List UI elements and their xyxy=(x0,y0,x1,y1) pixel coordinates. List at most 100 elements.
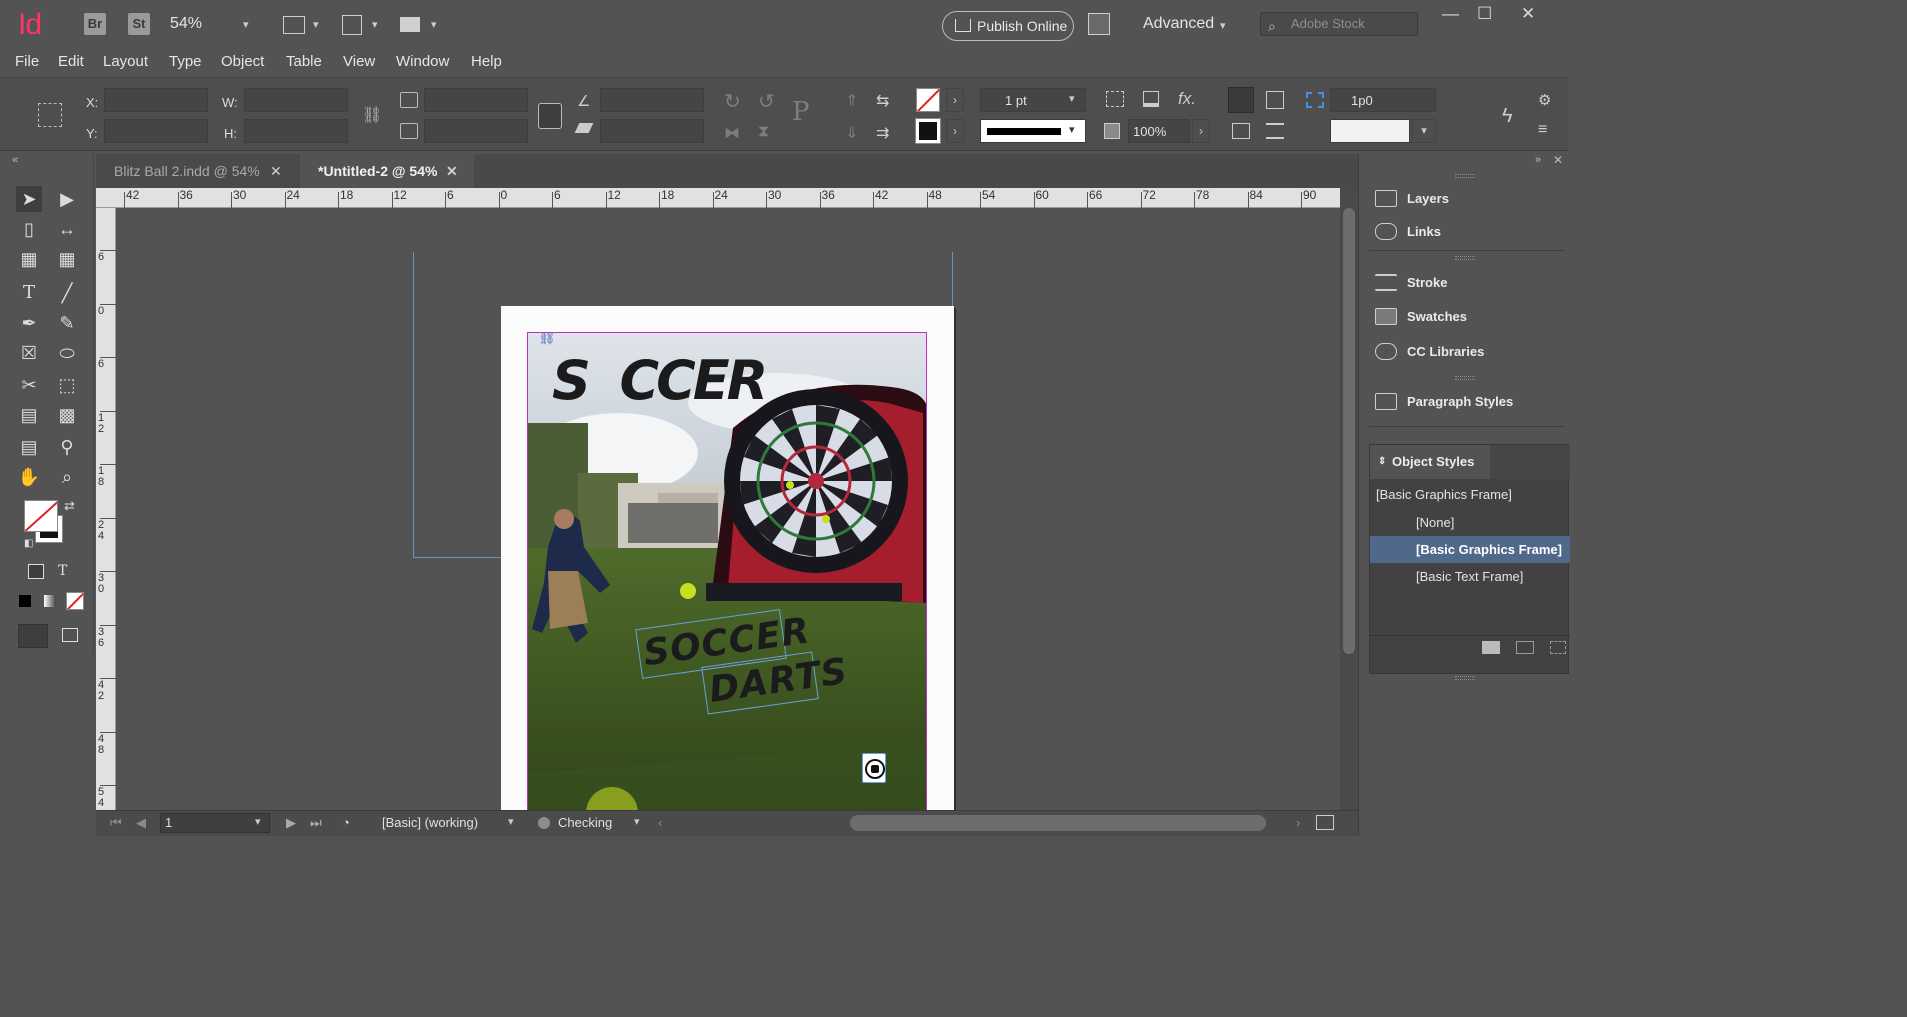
object-style-basic-graphics-frame[interactable]: [Basic Graphics Frame] xyxy=(1370,536,1570,563)
opacity-field[interactable]: 100% xyxy=(1128,119,1190,143)
fill-color-box[interactable] xyxy=(24,500,58,532)
frame-fitting-icon[interactable] xyxy=(1106,91,1124,107)
stroke-type-field[interactable]: ▾ xyxy=(980,119,1086,143)
document-page[interactable]: S CCER SOCCER DARTS ⛓ xyxy=(501,306,954,810)
scissors-tool-icon[interactable]: ✂ xyxy=(16,372,42,398)
chevron-down-icon[interactable]: ▾ xyxy=(508,815,514,828)
gear-icon[interactable]: ⚙ xyxy=(1538,91,1551,109)
arrange-documents-icon[interactable] xyxy=(400,17,420,32)
panel-cc-libraries[interactable]: CC Libraries xyxy=(1371,338,1567,366)
x-field[interactable] xyxy=(104,88,208,112)
apply-color-icon[interactable] xyxy=(19,595,31,607)
scale-x-field[interactable] xyxy=(424,88,528,112)
menu-edit[interactable]: Edit xyxy=(58,53,84,70)
panel-grip[interactable] xyxy=(1455,174,1475,178)
menu-view[interactable]: View xyxy=(343,53,375,70)
reference-point-icon[interactable] xyxy=(38,103,62,127)
chevron-down-icon[interactable]: ▾ xyxy=(372,18,378,31)
minimize-icon[interactable]: — xyxy=(1442,4,1459,24)
text-wrap-bbox-icon[interactable] xyxy=(1266,91,1284,109)
chevron-down-icon[interactable]: ▾ xyxy=(431,18,437,31)
fill-swatch[interactable] xyxy=(916,88,940,112)
drop-shadow-icon[interactable] xyxy=(1143,91,1159,107)
open-page-icon[interactable]: ◔ xyxy=(342,815,350,830)
soccer-darts-photo-frame[interactable]: S CCER SOCCER DARTS ⛓ xyxy=(527,332,927,810)
pasteboard[interactable]: S CCER SOCCER DARTS ⛓ xyxy=(117,208,1340,810)
swap-fill-stroke-icon[interactable]: ⇄ xyxy=(64,498,75,514)
object-style-field[interactable] xyxy=(1330,119,1410,143)
stock-button[interactable]: St xyxy=(128,13,150,35)
panel-layers[interactable]: Layers xyxy=(1371,185,1567,213)
horizontal-scroll-thumb[interactable] xyxy=(850,815,1266,831)
chevron-down-icon[interactable]: ▾ xyxy=(1220,19,1226,32)
scroll-right-icon[interactable]: › xyxy=(1296,815,1300,830)
master-style-label[interactable]: [Basic] (working) xyxy=(382,815,478,830)
tab-blitz-ball[interactable]: Blitz Ball 2.indd @ 54% ✕ xyxy=(96,154,296,188)
vertical-ruler[interactable]: 6 0 6 1 2 1 8 2 4 3 0 3 6 4 2 4 8 5 4 xyxy=(96,208,116,810)
constrain-proportions-icon[interactable]: ⛓ xyxy=(362,105,382,125)
panel-grip[interactable] xyxy=(1455,676,1475,680)
menu-file[interactable]: File xyxy=(15,53,39,70)
close-tab-icon[interactable]: ✕ xyxy=(446,154,458,188)
apply-gradient-icon[interactable] xyxy=(44,595,56,607)
bridge-button[interactable]: Br xyxy=(84,13,106,35)
panel-paragraph-styles[interactable]: Paragraph Styles xyxy=(1371,388,1567,416)
select-content-icon[interactable]: ⇓ xyxy=(845,123,858,143)
normal-view-icon[interactable] xyxy=(18,624,48,648)
note-tool-icon[interactable]: ▤ xyxy=(16,434,42,460)
new-style-group-icon[interactable] xyxy=(1482,641,1500,654)
direct-selection-tool-icon[interactable]: ▶ xyxy=(54,186,80,212)
new-style-icon[interactable] xyxy=(1550,641,1566,654)
flip-vertical-icon[interactable]: ⧗ xyxy=(758,123,769,141)
adobe-stock-search[interactable]: ⌕ Adobe Stock xyxy=(1260,12,1418,36)
object-style-basic-text-frame[interactable]: [Basic Text Frame] xyxy=(1370,563,1570,590)
panel-swatches[interactable]: Swatches xyxy=(1371,303,1567,331)
view-options-icon[interactable] xyxy=(283,16,305,34)
panel-grip[interactable] xyxy=(1455,256,1475,260)
chevron-down-icon[interactable]: ▾ xyxy=(634,815,640,828)
gradient-swatch-tool-icon[interactable]: ▤ xyxy=(16,402,42,428)
default-fill-stroke-icon[interactable]: ◧ xyxy=(24,538,33,549)
hand-tool-icon[interactable]: ✋ xyxy=(16,464,42,490)
workspace-switcher[interactable]: Advanced xyxy=(1143,15,1214,33)
maximize-icon[interactable]: ☐ xyxy=(1477,4,1492,24)
scroll-left-icon[interactable]: ‹ xyxy=(658,815,662,830)
scale-y-field[interactable] xyxy=(424,119,528,143)
zoom-tool-icon[interactable]: ⌕ xyxy=(54,464,80,490)
menu-window[interactable]: Window xyxy=(396,53,449,70)
collapse-panel-icon[interactable]: « xyxy=(12,154,18,166)
gap-field[interactable]: 1p0 xyxy=(1330,88,1436,112)
menu-help[interactable]: Help xyxy=(471,53,502,70)
line-tool-icon[interactable]: ╱ xyxy=(54,280,80,306)
height-field[interactable] xyxy=(244,119,348,143)
auto-fit-icon[interactable] xyxy=(1306,92,1324,108)
rotate-ccw-icon[interactable]: ↺ xyxy=(758,89,775,114)
share-for-review-icon[interactable] xyxy=(1088,13,1110,35)
link-icon[interactable]: ⛓ xyxy=(538,333,556,346)
close-icon[interactable]: ✕ xyxy=(1521,4,1535,24)
menu-object[interactable]: Object xyxy=(221,53,264,70)
select-previous-icon[interactable]: ⇆ xyxy=(876,91,889,111)
text-wrap-jump-icon[interactable] xyxy=(1266,123,1284,139)
formatting-container-icon[interactable] xyxy=(28,564,44,579)
text-wrap-none-icon[interactable] xyxy=(1228,87,1254,113)
selection-tool-icon[interactable]: ➤ xyxy=(16,186,42,212)
last-page-icon[interactable]: ⏭ xyxy=(310,815,322,831)
pencil-tool-icon[interactable]: ✎ xyxy=(54,310,80,336)
rectangle-frame-tool-icon[interactable]: ☒ xyxy=(16,340,42,366)
publish-online-button[interactable]: Publish Online xyxy=(942,11,1074,41)
panel-stroke[interactable]: Stroke xyxy=(1371,269,1567,297)
content-placer-icon[interactable]: ▦ xyxy=(54,246,80,272)
first-page-icon[interactable]: ⏮ xyxy=(110,815,122,831)
lightning-icon[interactable]: ϟ xyxy=(1502,105,1513,128)
close-tab-icon[interactable]: ✕ xyxy=(270,154,282,188)
type-tool-icon[interactable]: T xyxy=(16,280,42,306)
screen-mode-icon[interactable] xyxy=(342,15,362,35)
expand-panels-icon[interactable]: » xyxy=(1535,154,1541,166)
menu-table[interactable]: Table xyxy=(286,53,322,70)
constrain-scale-icon[interactable] xyxy=(538,103,562,129)
menu-type[interactable]: Type xyxy=(169,53,202,70)
page-tool-icon[interactable]: ▯ xyxy=(16,216,42,242)
eyedropper-tool-icon[interactable]: ⚲ xyxy=(54,434,80,460)
stroke-weight-field[interactable]: 1 pt ▾ xyxy=(980,88,1086,112)
